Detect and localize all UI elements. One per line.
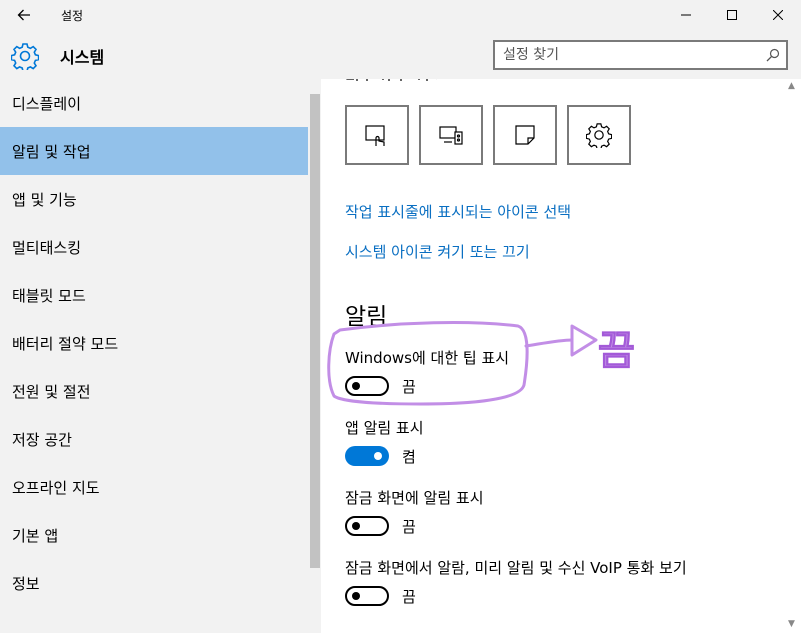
minimize-icon [681,14,691,16]
page-header: 시스템 [0,30,801,79]
lockscreen-notifications-toggle-state: 끔 [402,518,416,536]
toggle-knob [352,382,360,390]
quick-action-settings[interactable] [567,105,631,165]
sidebar-item-label: 태블릿 모드 [12,286,86,305]
app-notifications-toggle[interactable] [345,446,389,466]
sidebar-item-label: 정보 [12,574,40,593]
toggle-knob [374,452,382,460]
sidebar-item-label: 디스플레이 [12,94,82,113]
system-icons-link[interactable]: 시스템 아이콘 켜기 또는 끄기 [345,241,530,262]
scroll-down-arrow-icon[interactable]: ▼ [788,619,795,629]
lockscreen-notifications-toggle[interactable] [345,516,389,536]
quick-action-note[interactable] [493,105,557,165]
sidebar-item-about[interactable]: 정보 [0,559,308,607]
sidebar-item-display[interactable]: 디스플레이 [0,79,308,127]
quick-action-project[interactable] [419,105,483,165]
project-icon [439,126,463,145]
content-pane: 작업 표시줄에 표시되는 아이콘 선택 시스템 아이콘 켜기 또는 끄기 알림 … [321,79,801,633]
sidebar-item-apps[interactable]: 앱 및 기능 [0,175,308,223]
page-title: 시스템 [60,48,105,67]
lockscreen-alarms-toggle-state: 끔 [402,588,416,606]
sidebar-item-storage[interactable]: 저장 공간 [0,415,308,463]
tips-toggle[interactable] [345,376,389,396]
sidebar-item-power[interactable]: 전원 및 절전 [0,367,308,415]
lockscreen-alarms-label: 잠금 화면에서 알람, 미리 알림 및 수신 VoIP 통화 보기 [345,559,687,577]
sidebar-scrollbar[interactable] [310,94,320,568]
sidebar-item-label: 앱 및 기능 [12,190,77,209]
cut-off-next-option [345,625,565,633]
app-notifications-toggle-state: 켬 [402,448,416,466]
sidebar-item-default-apps[interactable]: 기본 앱 [0,511,308,559]
search-box[interactable] [493,40,788,70]
sidebar-item-label: 오프라인 지도 [12,478,100,497]
close-icon [773,10,783,20]
lockscreen-notifications-label: 잠금 화면에 알림 표시 [345,489,484,507]
note-icon [515,125,535,145]
sidebar-item-tablet-mode[interactable]: 태블릿 모드 [0,271,308,319]
sidebar-item-battery-saver[interactable]: 배터리 절약 모드 [0,319,308,367]
sidebar-item-label: 배터리 절약 모드 [12,334,119,353]
back-button[interactable] [0,0,48,30]
scroll-up-arrow-icon[interactable]: ▲ [788,81,795,91]
quick-actions-heading-cut [345,79,445,89]
back-arrow-icon [17,9,30,21]
cut-heading-glyphs [346,79,437,81]
sidebar-item-label: 기본 앱 [12,526,59,545]
sidebar-item-label: 저장 공간 [12,430,72,449]
system-gear-icon [11,43,39,70]
window-title: 설정 [61,9,84,23]
toggle-knob [352,522,360,530]
quick-action-tablet-mode[interactable] [345,105,409,165]
tips-option-label: Windows에 대한 팁 표시 [345,349,510,367]
lockscreen-alarms-toggle[interactable] [345,586,389,606]
close-button[interactable] [755,0,801,30]
sidebar-item-notifications[interactable]: 알림 및 작업 [0,127,308,175]
title-bar: 설정 [0,0,801,30]
maximize-button[interactable] [709,0,755,30]
notifications-heading: 알림 [345,304,388,330]
toggle-knob [352,592,360,600]
search-icon[interactable] [766,48,780,62]
sidebar-item-label: 멀티태스킹 [12,238,82,257]
taskbar-icons-link[interactable]: 작업 표시줄에 표시되는 아이콘 선택 [345,201,571,222]
sidebar-item-label: 알림 및 작업 [12,142,91,161]
sidebar-item-offline-maps[interactable]: 오프라인 지도 [0,463,308,511]
search-input[interactable] [503,44,753,66]
tips-toggle-state: 끔 [402,378,416,396]
sidebar-item-label: 전원 및 절전 [12,382,91,401]
settings-gear-icon [586,123,612,148]
sidebar-item-multitasking[interactable]: 멀티태스킹 [0,223,308,271]
app-notifications-label: 앱 알림 표시 [345,419,424,437]
maximize-icon [727,10,737,20]
annotation-off-text: 끔 [598,328,636,375]
tablet-mode-icon [365,125,385,146]
minimize-button[interactable] [663,0,709,30]
sidebar: 디스플레이 알림 및 작업 앱 및 기능 멀티태스킹 태블릿 모드 배터리 절약… [0,79,321,633]
